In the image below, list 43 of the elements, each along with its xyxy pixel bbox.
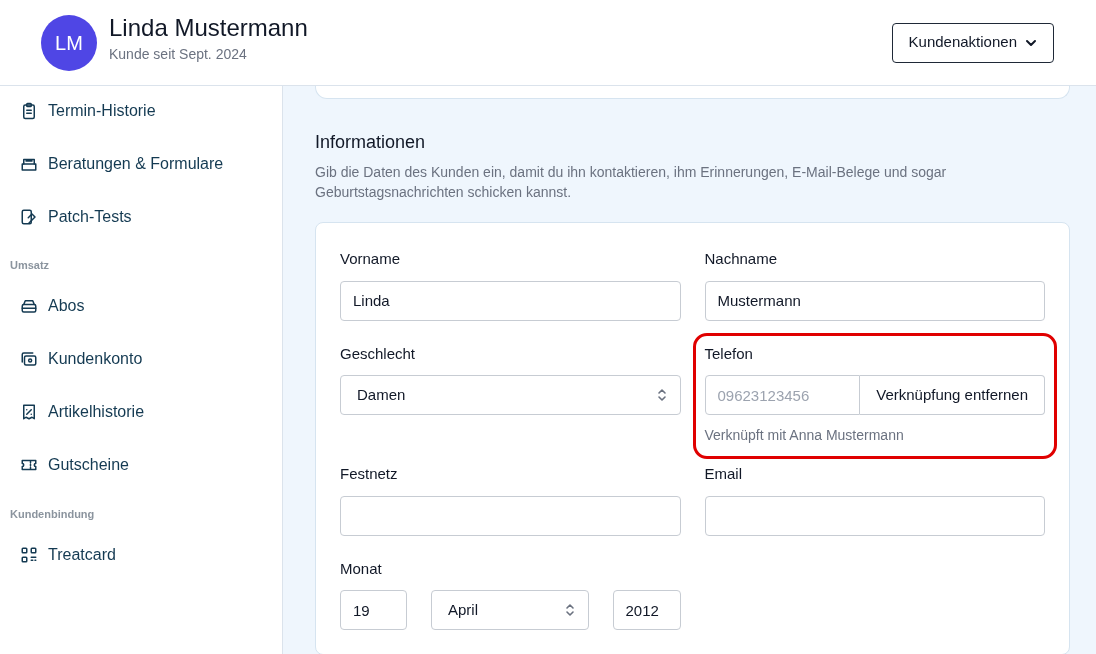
sidebar-section-label: Kundenbindung [10,506,96,522]
year-field[interactable]: 2012 [612,590,681,630]
updown-chevron-icon [655,387,668,403]
text-field[interactable] [704,495,1045,536]
month-select[interactable]: April [431,590,589,630]
field-label: Email [704,464,743,484]
text-field[interactable] [340,495,681,536]
field-label: Monat [340,558,383,579]
customer-name: Linda Mustermann [109,13,308,43]
linked-note: Verknüpft mit Anna Mustermann [704,426,905,445]
phone-field[interactable]: 09623123456 [704,375,861,415]
sidebar-item[interactable]: Artikelhistorie [10,391,282,445]
section-description: Gib die Daten des Kunden ein, damit du ihn kontaktieren, ihm Erinnerungen, E-Mail-Belege und sogar Geburtstagsnachrichten schicken kannst. [315,163,948,202]
unlink-button[interactable]: Verknüpfung entfernen [860,375,1045,415]
chevron-down-icon [1025,38,1037,47]
qr-code-icon [20,545,38,564]
sidebar-item[interactable]: Patch-Tests [10,196,282,249]
clipboard-icon [20,101,38,120]
text-field[interactable]: Linda [340,280,681,321]
field-label: Festnetz [340,464,399,484]
updown-chevron-icon [563,602,576,618]
sidebar-item[interactable]: Treatcard [10,534,282,587]
wallet-icon [20,350,38,368]
sidebar-item[interactable]: Termin-Historie [10,90,282,143]
day-field[interactable]: 19 [340,590,407,630]
receipt-icon [20,403,38,421]
sidebar-item[interactable]: Gutscheine [10,444,282,498]
sidebar-section-label: Umsatz [10,258,51,273]
customer-since: Kunde seit Sept. 2024 [109,45,248,64]
section-title: Informationen [315,131,427,154]
customer-actions-button[interactable]: Kundenaktionen [891,22,1054,63]
sidebar-item[interactable]: Abos [10,285,282,339]
select-field[interactable]: Damen [340,375,681,415]
field-label: Nachname [704,249,779,269]
text-field[interactable]: Mustermann [704,280,1045,321]
field-label: Telefon [704,343,754,364]
stack-icon [20,297,38,315]
patch-icon [20,207,38,226]
field-label: Geschlecht [340,343,417,364]
sidebar-item[interactable]: Kundenkonto [10,338,282,392]
sidebar-item[interactable]: Beratungen & Formulare [10,143,282,196]
avatar: LM [41,14,97,71]
field-label: Vorname [340,249,402,269]
